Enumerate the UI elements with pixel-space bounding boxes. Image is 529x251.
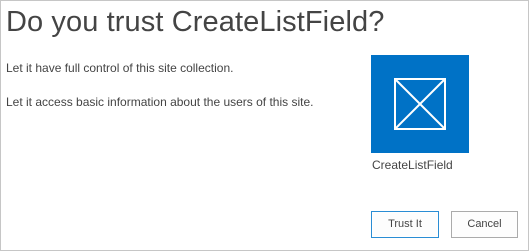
permission-full-control: Let it have full control of this site co… — [6, 61, 234, 75]
dialog-title: Do you trust CreateListField? — [6, 6, 385, 38]
permission-user-info: Let it access basic information about th… — [6, 95, 314, 109]
app-tile — [371, 55, 469, 153]
trust-it-button[interactable]: Trust It — [371, 211, 439, 238]
app-placeholder-icon — [394, 78, 446, 130]
cancel-button[interactable]: Cancel — [451, 211, 518, 238]
trust-dialog: Do you trust CreateListField? Let it hav… — [0, 0, 529, 251]
app-name: CreateListField — [372, 158, 453, 172]
